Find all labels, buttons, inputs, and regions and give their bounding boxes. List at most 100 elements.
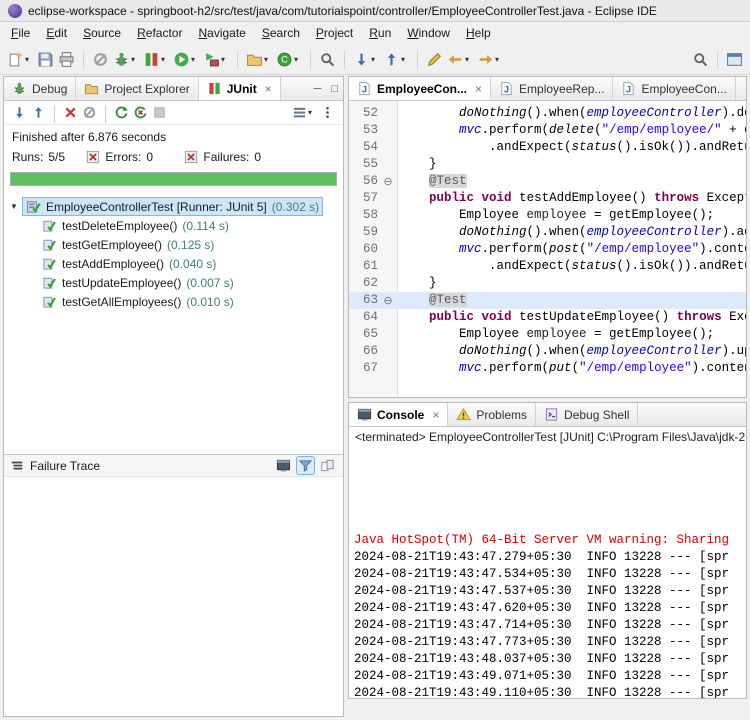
tab-project-explorer[interactable]: Project Explorer xyxy=(76,77,198,100)
skip-breakpoints-button[interactable] xyxy=(90,49,111,70)
code-editor[interactable]: 52 doNothing().when(employeeController).… xyxy=(349,101,746,397)
new-wizard-button[interactable]: ▾ xyxy=(5,49,35,70)
show-skipped-tests-button[interactable] xyxy=(80,103,99,122)
rerun-test-button[interactable] xyxy=(112,103,131,122)
menu-navigate[interactable]: Navigate xyxy=(190,24,253,42)
menu-file[interactable]: File xyxy=(3,24,38,42)
save-button[interactable] xyxy=(35,49,56,70)
fold-marker-icon[interactable] xyxy=(381,190,395,207)
previous-failed-test-button[interactable] xyxy=(29,103,48,122)
fold-marker-icon[interactable] xyxy=(381,105,395,122)
dropdown-arrow-icon[interactable]: ▾ xyxy=(221,55,229,64)
menu-project[interactable]: Project xyxy=(308,24,361,42)
menu-help[interactable]: Help xyxy=(458,24,499,42)
tab-employee-controller[interactable]: EmployeeCon... xyxy=(613,77,735,100)
compare-result-button[interactable] xyxy=(318,456,337,475)
menu-edit[interactable]: Edit xyxy=(38,24,75,42)
new-java-class-button[interactable]: ▾ xyxy=(274,49,304,70)
print-button[interactable] xyxy=(56,49,77,70)
fold-marker-icon[interactable] xyxy=(381,224,395,241)
coverage-button[interactable]: ▾ xyxy=(141,49,171,70)
fold-marker-icon[interactable] xyxy=(381,122,395,139)
tab-debug[interactable]: Debug xyxy=(4,77,76,100)
quick-access-button[interactable] xyxy=(690,49,711,70)
menu-run[interactable]: Run xyxy=(361,24,399,42)
dropdown-arrow-icon[interactable]: ▾ xyxy=(495,55,503,64)
fold-marker-icon[interactable] xyxy=(381,309,395,326)
menu-search[interactable]: Search xyxy=(254,24,308,42)
test-result-item[interactable]: testAddEmployee() (0.040 s) xyxy=(6,254,341,273)
tab-problems[interactable]: Problems xyxy=(448,403,536,426)
menu-source[interactable]: Source xyxy=(75,24,129,42)
fold-marker-icon[interactable] xyxy=(381,207,395,224)
last-edit-location-button[interactable] xyxy=(424,49,445,70)
next-annotation-button[interactable]: ▾ xyxy=(351,49,381,70)
rerun-failed-first-button[interactable] xyxy=(131,103,150,122)
fold-marker-icon[interactable] xyxy=(381,343,395,360)
show-trace-in-console-button[interactable] xyxy=(274,456,293,475)
fold-marker-icon[interactable] xyxy=(381,258,395,275)
dropdown-arrow-icon[interactable]: ▾ xyxy=(401,55,409,64)
tree-root-item[interactable]: ▼ EmployeeControllerTest [Runner: JUnit … xyxy=(6,197,341,216)
menu-refactor[interactable]: Refactor xyxy=(129,24,190,42)
test-method-label: testDeleteEmployee() xyxy=(62,219,177,233)
fold-marker-icon[interactable] xyxy=(381,241,395,258)
menu-window[interactable]: Window xyxy=(399,24,458,42)
fold-marker-icon[interactable]: ⊖ xyxy=(381,173,395,190)
dropdown-arrow-icon[interactable]: ▾ xyxy=(294,55,302,64)
tab-employee-controller-test[interactable]: EmployeeCon... × xyxy=(349,77,491,100)
external-tools-button[interactable]: ▾ xyxy=(201,49,231,70)
view-menu-button[interactable] xyxy=(318,103,337,122)
fold-marker-icon[interactable] xyxy=(381,156,395,173)
fold-marker-icon[interactable] xyxy=(381,275,395,292)
tab-junit[interactable]: JUnit × xyxy=(199,77,281,100)
failure-trace-section: Failure Trace xyxy=(4,454,343,716)
test-result-item[interactable]: testGetEmployee() (0.125 s) xyxy=(6,235,341,254)
fold-marker-icon[interactable]: ⊖ xyxy=(381,292,395,309)
dropdown-arrow-icon[interactable]: ▾ xyxy=(264,55,272,64)
run-button[interactable]: ▾ xyxy=(171,49,201,70)
next-failed-test-button[interactable] xyxy=(10,103,29,122)
dropdown-arrow-icon[interactable]: ▾ xyxy=(25,55,33,64)
tab-console[interactable]: Console × xyxy=(349,403,448,426)
close-icon[interactable]: × xyxy=(265,82,272,96)
java-search-button[interactable] xyxy=(317,49,338,70)
java-perspective-button[interactable] xyxy=(724,49,745,70)
failure-trace-header: Failure Trace xyxy=(4,454,343,477)
new-java-project-button[interactable]: ▾ xyxy=(244,49,274,70)
dropdown-arrow-icon[interactable]: ▾ xyxy=(465,55,473,64)
test-result-item[interactable]: testDeleteEmployee() (0.114 s) xyxy=(6,216,341,235)
dropdown-arrow-icon[interactable]: ▾ xyxy=(131,55,139,64)
test-result-item[interactable]: testUpdateEmployee() (0.007 s) xyxy=(6,273,341,292)
test-result-item[interactable]: testGetAllEmployees() (0.010 s) xyxy=(6,292,341,311)
dropdown-arrow-icon[interactable]: ▾ xyxy=(308,108,316,117)
junit-view-panel: Debug Project Explorer JUnit × ─ □ xyxy=(3,76,344,717)
close-icon[interactable]: × xyxy=(475,82,482,96)
filter-stack-trace-button[interactable] xyxy=(296,456,315,475)
back-button[interactable]: ▾ xyxy=(445,49,475,70)
previous-annotation-button[interactable]: ▾ xyxy=(381,49,411,70)
dropdown-arrow-icon[interactable]: ▾ xyxy=(371,55,379,64)
selected-test-suite[interactable]: EmployeeControllerTest [Runner: JUnit 5]… xyxy=(22,197,323,216)
console-output[interactable]: Java HotSpot(TM) 64-Bit Server VM warnin… xyxy=(349,446,746,699)
test-run-history-button[interactable]: ▾ xyxy=(290,103,318,122)
debug-button[interactable]: ▾ xyxy=(111,49,141,70)
dropdown-arrow-icon[interactable]: ▾ xyxy=(191,55,199,64)
tab-employee-repository[interactable]: EmployeeRep... xyxy=(491,77,613,100)
show-failures-only-button[interactable] xyxy=(61,103,80,122)
stop-junit-button[interactable] xyxy=(150,103,169,122)
finished-text: Finished after 6.876 seconds xyxy=(4,125,343,147)
forward-button[interactable]: ▾ xyxy=(475,49,505,70)
tab-debug-shell[interactable]: Debug Shell xyxy=(536,403,638,426)
toolbar-icon xyxy=(726,51,743,68)
fold-marker-icon[interactable] xyxy=(381,139,395,156)
close-icon[interactable]: × xyxy=(432,408,439,422)
maximize-view-button[interactable]: □ xyxy=(326,77,343,100)
minimize-view-button[interactable]: ─ xyxy=(309,77,327,100)
expander-icon[interactable]: ▼ xyxy=(6,202,22,211)
dropdown-arrow-icon[interactable]: ▾ xyxy=(161,55,169,64)
toolbar-icon xyxy=(276,51,293,68)
fold-marker-icon[interactable] xyxy=(381,326,395,343)
left-view-tabbar: Debug Project Explorer JUnit × ─ □ xyxy=(4,77,343,101)
fold-marker-icon[interactable] xyxy=(381,360,395,377)
